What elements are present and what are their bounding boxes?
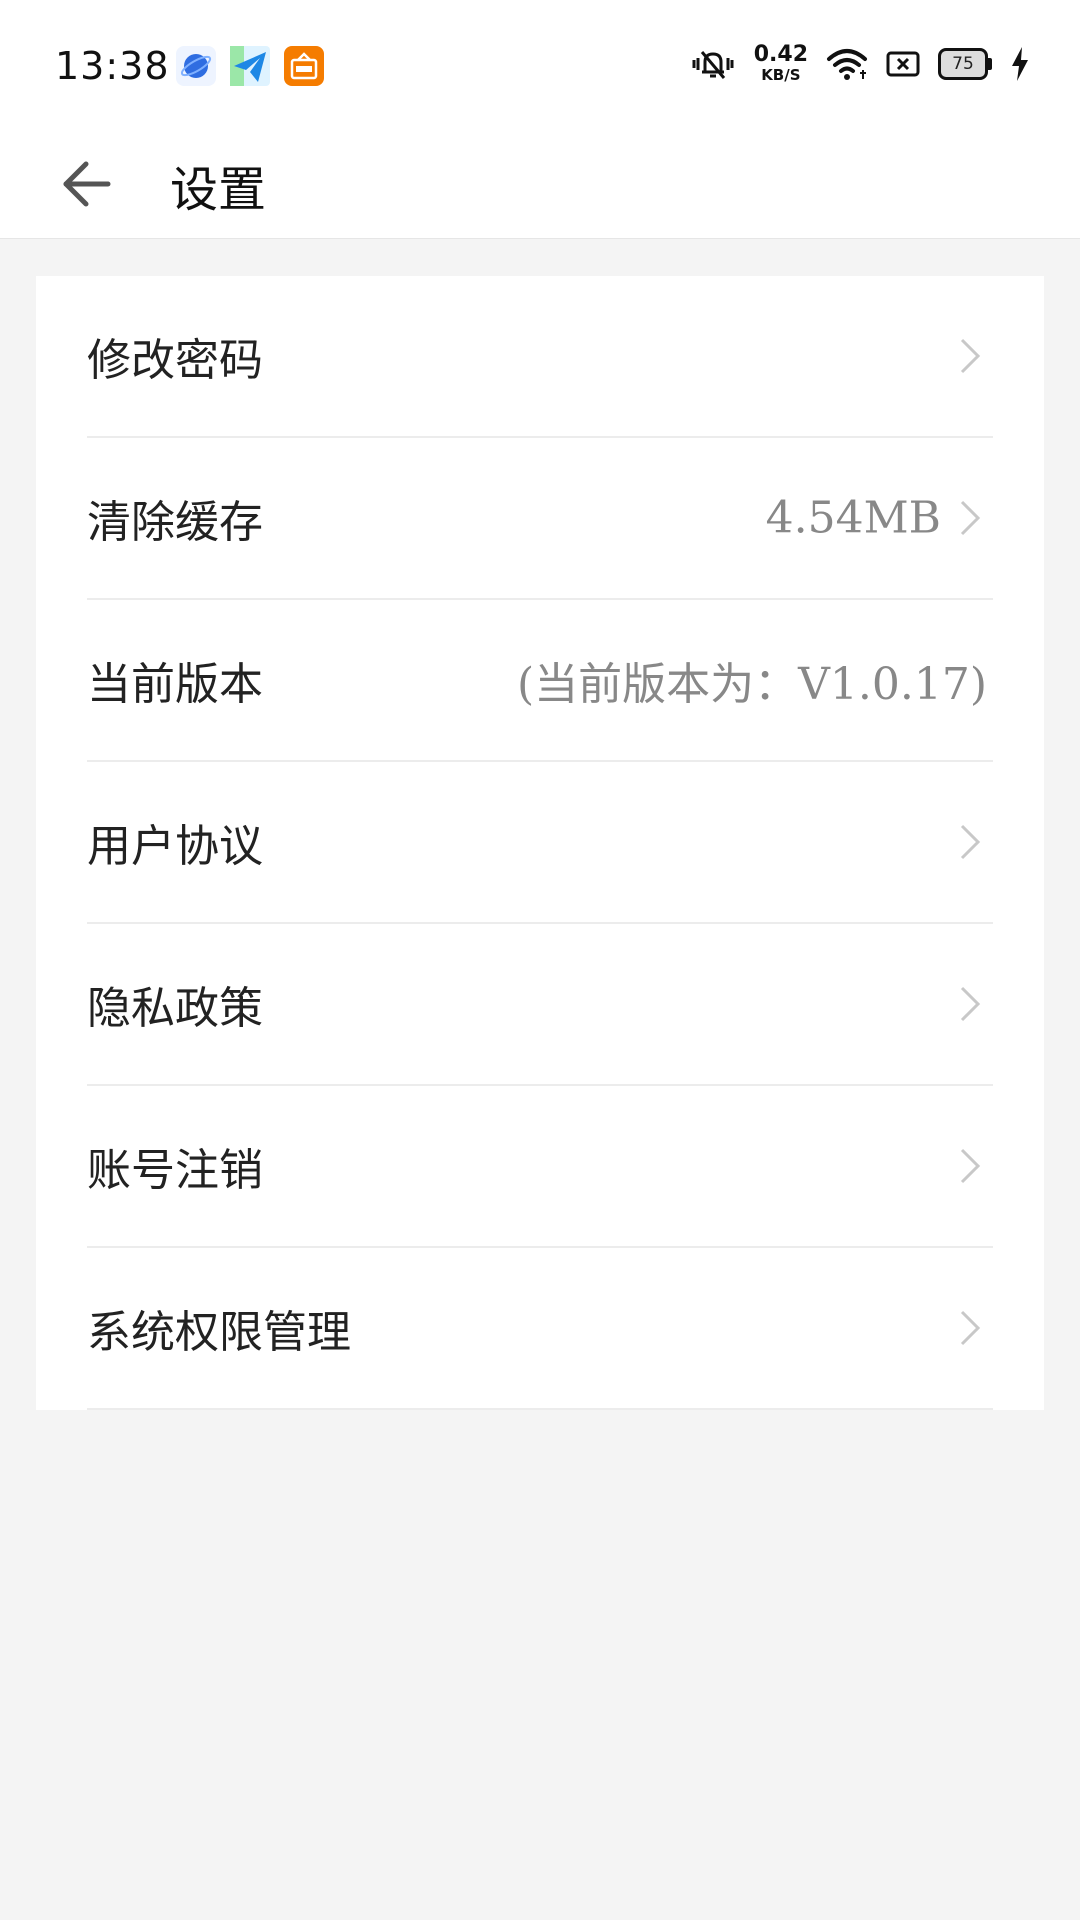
page-title: 设置 bbox=[170, 162, 267, 218]
network-speed-value: 0.42 bbox=[753, 42, 808, 67]
settings-list: 修改密码 清除缓存 4.54MB 当前版本 (当前版本为：V1.0.17) 用户… bbox=[36, 276, 1044, 1410]
settings-screen: 13:38 0.42 KB/S 75 设置 修改密码 清除缓存 4.54MB 当… bbox=[0, 0, 1080, 1920]
hot-app-icon bbox=[284, 46, 324, 86]
settings-item-label: 账号注销 bbox=[87, 1145, 263, 1196]
system-icons: 0.42 KB/S 75 bbox=[690, 44, 1030, 83]
settings-item-clear-cache[interactable]: 清除缓存 4.54MB bbox=[87, 438, 993, 600]
mute-vibrate-icon bbox=[692, 50, 734, 79]
telegram-icon bbox=[230, 46, 270, 86]
battery-icon: 75 bbox=[938, 47, 992, 80]
settings-item-label: 用户协议 bbox=[87, 821, 263, 872]
battery-tip bbox=[988, 57, 992, 70]
wifi-icon bbox=[827, 48, 867, 80]
settings-item-label: 当前版本 bbox=[87, 659, 263, 710]
chevron-right-icon bbox=[960, 1148, 981, 1184]
cache-size-value: 4.54MB bbox=[765, 492, 941, 544]
app-header: 设置 bbox=[0, 130, 1080, 239]
settings-item-label: 修改密码 bbox=[87, 335, 263, 386]
settings-item-change-password[interactable]: 修改密码 bbox=[87, 276, 993, 438]
settings-item-privacy-policy[interactable]: 隐私政策 bbox=[87, 924, 993, 1086]
notification-icons bbox=[176, 46, 324, 86]
settings-item-label: 系统权限管理 bbox=[87, 1307, 351, 1358]
settings-item-system-permissions[interactable]: 系统权限管理 bbox=[87, 1248, 993, 1410]
browser-app-icon bbox=[176, 46, 216, 86]
charging-icon bbox=[1012, 46, 1028, 81]
settings-item-label: 清除缓存 bbox=[87, 497, 263, 548]
settings-item-current-version: 当前版本 (当前版本为：V1.0.17) bbox=[87, 600, 993, 762]
back-button[interactable] bbox=[56, 140, 116, 228]
chevron-right-icon bbox=[960, 338, 981, 374]
status-bar: 13:38 0.42 KB/S 75 bbox=[0, 0, 1080, 130]
back-arrow-icon bbox=[63, 161, 111, 207]
status-time: 13:38 bbox=[55, 44, 170, 88]
chevron-right-icon bbox=[960, 824, 981, 860]
version-value: (当前版本为：V1.0.17) bbox=[516, 659, 987, 710]
settings-item-label: 隐私政策 bbox=[87, 983, 263, 1034]
chevron-right-icon bbox=[960, 500, 981, 536]
settings-item-account-deletion[interactable]: 账号注销 bbox=[87, 1086, 993, 1248]
network-speed: 0.42 KB/S bbox=[754, 44, 808, 83]
battery-level: 75 bbox=[938, 47, 988, 80]
sim-missing-icon bbox=[886, 51, 920, 76]
network-speed-unit: KB/S bbox=[761, 66, 801, 84]
chevron-right-icon bbox=[960, 1310, 981, 1346]
settings-item-user-agreement[interactable]: 用户协议 bbox=[87, 762, 993, 924]
chevron-right-icon bbox=[960, 986, 981, 1022]
